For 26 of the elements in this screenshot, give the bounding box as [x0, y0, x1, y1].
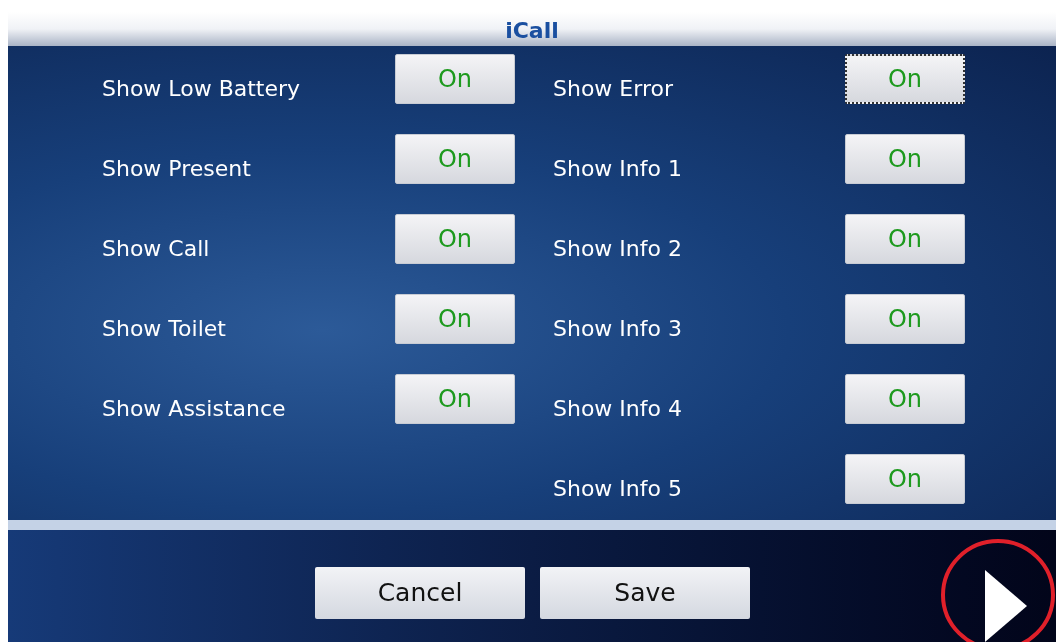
toggle-button[interactable]: On	[395, 134, 515, 184]
setting-label: Show Info 4	[553, 394, 683, 423]
toggle-button[interactable]: On	[845, 214, 965, 264]
toggle-button[interactable]: On	[845, 294, 965, 344]
toggle-button[interactable]: On	[845, 374, 965, 424]
toggle-button[interactable]: On	[845, 454, 965, 504]
toggle-button[interactable]: On	[395, 294, 515, 344]
toggle-button[interactable]: On	[845, 54, 965, 104]
save-button[interactable]: Save	[540, 567, 750, 619]
setting-label: Show Info 3	[553, 314, 683, 343]
toggle-button[interactable]: On	[395, 214, 515, 264]
setting-label: Show Present	[102, 154, 252, 183]
window-title: iCall	[505, 17, 559, 45]
setting-label: Show Info 2	[553, 234, 683, 263]
next-arrow-icon[interactable]	[983, 570, 1029, 642]
toggle-button[interactable]: On	[845, 134, 965, 184]
setting-label: Show Toilet	[102, 314, 227, 343]
setting-label: Show Assistance	[102, 394, 287, 423]
setting-label: Show Low Battery	[102, 74, 302, 103]
setting-label: Show Error	[553, 74, 674, 103]
toggle-button[interactable]: On	[395, 54, 515, 104]
cancel-button[interactable]: Cancel	[315, 567, 525, 619]
setting-label: Show Call	[102, 234, 211, 263]
setting-label: Show Info 5	[553, 474, 683, 503]
setting-label: Show Info 1	[553, 154, 683, 183]
toggle-button[interactable]: On	[395, 374, 515, 424]
